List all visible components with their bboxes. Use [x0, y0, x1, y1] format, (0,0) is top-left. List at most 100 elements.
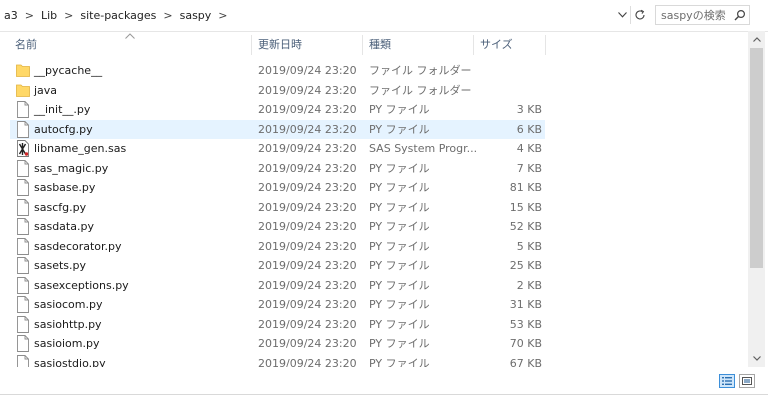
column-divider[interactable]: [545, 35, 546, 55]
file-icon: [17, 296, 29, 313]
file-size: 5 KB: [516, 239, 542, 253]
file-row[interactable]: autocfg.py 2019/09/24 23:20 PY ファイル 6 KB: [10, 119, 545, 139]
breadcrumb-separator-icon[interactable]: >: [61, 9, 76, 22]
search-placeholder: saspyの検索: [661, 9, 726, 22]
file-type: PY ファイル: [369, 278, 430, 292]
file-icon: [17, 335, 29, 352]
file-type: PY ファイル: [369, 337, 430, 350]
file-name: sasiocom.py: [34, 298, 103, 311]
file-row[interactable]: sasiocom.py 2019/09/24 23:20 PY ファイル 31 KB: [10, 295, 545, 314]
file-type: PY ファイル: [369, 122, 430, 136]
file-row[interactable]: sasiohttp.py 2019/09/24 23:20 PY ファイル 53 KB: [10, 315, 545, 334]
file-row[interactable]: java 2019/09/24 23:20 ファイル フォルダー: [10, 81, 545, 100]
file-icon: [17, 276, 29, 294]
chevron-up-icon: [752, 37, 761, 42]
column-header-type[interactable]: 種類: [364, 31, 472, 58]
column-divider[interactable]: [362, 35, 363, 55]
details-view-icon: [722, 377, 732, 385]
file-row[interactable]: sasioiom.py 2019/09/24 23:20 PY ファイル 70 KB: [10, 334, 545, 353]
file-row[interactable]: sasexceptions.py 2019/09/24 23:20 PY ファイル 2…: [10, 276, 545, 295]
file-modified-date: 2019/09/24 23:20: [258, 64, 357, 77]
vertical-scrollbar[interactable]: [748, 31, 765, 367]
file-type: PY ファイル: [369, 259, 430, 272]
file-name: sasdecorator.py: [34, 239, 122, 253]
column-header: 名前 更新日時 種類 サイズ: [0, 31, 748, 58]
file-row[interactable]: __pycache__ 2019/09/24 23:20 ファイル フォルダー: [10, 61, 545, 80]
file-row[interactable]: sasbase.py 2019/09/24 23:20 PY ファイル 81 KB: [10, 178, 545, 197]
breadcrumb-item[interactable]: site-packages: [76, 9, 160, 22]
file-icon: [17, 198, 29, 216]
file-row[interactable]: sasets.py 2019/09/24 23:20 PY ファイル 25 KB: [10, 256, 545, 275]
file-modified-date: 2019/09/24 23:20: [258, 181, 357, 194]
sort-ascending-icon: [125, 33, 135, 39]
folder-icon: [16, 84, 30, 97]
file-name: sasexceptions.py: [34, 278, 129, 292]
file-type: PY ファイル: [369, 298, 430, 311]
file-type: SAS System Progr...: [369, 142, 478, 155]
file-type: PY ファイル: [369, 103, 430, 116]
file-size: 31 KB: [509, 298, 542, 311]
column-header-size[interactable]: サイズ: [475, 31, 545, 58]
file-size: 6 KB: [516, 122, 542, 136]
breadcrumb: a3 > Lib > site-packages > saspy >: [0, 0, 231, 31]
file-row[interactable]: libname_gen.sas 2019/09/24 23:20 SAS Syste…: [10, 139, 545, 158]
scrollbar-thumb[interactable]: [750, 48, 763, 268]
file-row[interactable]: sascfg.py 2019/09/24 23:20 PY ファイル 15 KB: [10, 198, 545, 217]
file-name: sas_magic.py: [34, 161, 109, 175]
search-input[interactable]: saspyの検索: [655, 5, 750, 25]
file-name: __init__.py: [34, 103, 91, 116]
file-type: PY ファイル: [369, 239, 430, 253]
address-history-dropdown[interactable]: [614, 7, 630, 23]
file-icon: [17, 218, 29, 235]
breadcrumb-item[interactable]: a3: [0, 9, 22, 22]
column-header-date[interactable]: 更新日時: [253, 31, 361, 58]
file-row[interactable]: sasdata.py 2019/09/24 23:20 PY ファイル 52 KB: [10, 217, 545, 236]
file-size: 70 KB: [509, 337, 542, 350]
file-name: sascfg.py: [34, 200, 87, 214]
chevron-down-icon: [752, 356, 761, 361]
file-name: sasiohttp.py: [34, 317, 102, 331]
file-icon: [17, 257, 29, 274]
file-row[interactable]: sasdecorator.py 2019/09/24 23:20 PY ファイル 5 …: [10, 237, 545, 256]
scroll-down-button[interactable]: [748, 350, 765, 367]
breadcrumb-separator-icon[interactable]: >: [215, 9, 230, 22]
file-modified-date: 2019/09/24 23:20: [258, 83, 357, 97]
file-row[interactable]: sas_magic.py 2019/09/24 23:20 PY ファイル 7 KB: [10, 159, 545, 178]
file-icon: [17, 120, 29, 138]
file-modified-date: 2019/09/24 23:20: [258, 298, 357, 311]
large-icons-view-button[interactable]: [739, 374, 755, 388]
refresh-button[interactable]: [630, 6, 649, 24]
file-name: autocfg.py: [34, 122, 93, 136]
file-size: 25 KB: [509, 259, 542, 272]
address-bar[interactable]: a3 > Lib > site-packages > saspy > saspy…: [0, 0, 768, 32]
file-size: [480, 81, 542, 100]
file-size: 2 KB: [516, 278, 542, 292]
folder-icon: [16, 64, 30, 77]
column-divider[interactable]: [473, 35, 474, 55]
file-modified-date: 2019/09/24 23:20: [258, 259, 357, 272]
file-size: 4 KB: [516, 142, 542, 155]
file-modified-date: 2019/09/24 23:20: [258, 122, 357, 136]
breadcrumb-item[interactable]: Lib: [37, 9, 61, 22]
file-name: sasbase.py: [34, 181, 96, 194]
file-type: ファイル フォルダー: [369, 83, 472, 97]
file-name: sasets.py: [34, 259, 87, 272]
file-name: libname_gen.sas: [34, 142, 127, 155]
column-divider[interactable]: [251, 35, 252, 55]
file-icon: [17, 159, 29, 177]
scroll-up-button[interactable]: [748, 31, 765, 48]
file-modified-date: 2019/09/24 23:20: [258, 337, 357, 350]
breadcrumb-separator-icon[interactable]: >: [160, 9, 175, 22]
file-row[interactable]: __init__.py 2019/09/24 23:20 PY ファイル 3 KB: [10, 100, 545, 119]
status-bar: [0, 367, 768, 395]
file-name: java: [34, 83, 58, 97]
file-type: ファイル フォルダー: [369, 64, 472, 77]
details-view-button[interactable]: [719, 374, 735, 388]
file-size: 81 KB: [509, 181, 542, 194]
breadcrumb-separator-icon[interactable]: >: [22, 9, 37, 22]
sas-file-icon: [17, 140, 29, 157]
file-icon: [17, 101, 29, 118]
breadcrumb-item[interactable]: saspy: [176, 9, 216, 22]
search-icon[interactable]: [731, 9, 749, 21]
file-modified-date: 2019/09/24 23:20: [258, 278, 357, 292]
